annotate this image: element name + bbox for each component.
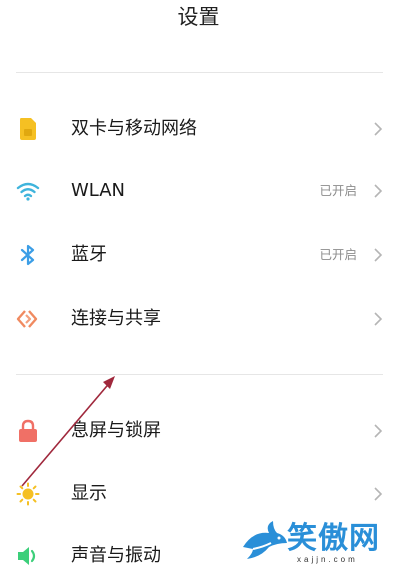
settings-item-connection-share[interactable]: 连接与共享 <box>0 294 397 344</box>
connection-share-icon <box>16 307 40 331</box>
status-text: 已开启 <box>319 183 357 198</box>
shark-logo-icon <box>243 521 287 559</box>
chevron-right-icon <box>371 181 385 201</box>
watermark-text: 笑傲网 <box>287 521 380 556</box>
settings-item-label: 双卡与移动网络 <box>71 118 197 139</box>
settings-item-dual-sim[interactable]: 双卡与移动网络 <box>0 104 397 154</box>
settings-item-label: 息屏与锁屏 <box>71 420 161 441</box>
bluetooth-icon <box>16 243 40 267</box>
sun-icon <box>16 482 40 506</box>
wifi-icon <box>16 179 40 203</box>
chevron-right-icon <box>371 421 385 441</box>
watermark-logo: 笑傲网 xajjn.com <box>239 511 389 571</box>
settings-item-bluetooth[interactable]: 蓝牙 已开启 <box>0 230 397 280</box>
chevron-right-icon <box>371 309 385 329</box>
settings-item-label: 蓝牙 <box>71 244 107 265</box>
settings-item-label: 声音与振动 <box>71 545 161 566</box>
divider-section <box>16 374 383 375</box>
chevron-right-icon <box>371 119 385 139</box>
settings-item-lock-screen[interactable]: 息屏与锁屏 <box>0 406 397 456</box>
settings-item-label: WLAN <box>71 180 126 201</box>
settings-item-label: 连接与共享 <box>71 308 161 329</box>
speaker-icon <box>16 544 40 568</box>
chevron-right-icon <box>371 245 385 265</box>
sim-card-icon <box>16 117 40 141</box>
lock-icon <box>16 419 40 443</box>
divider-top <box>16 72 383 73</box>
watermark-domain: xajjn.com <box>297 555 358 564</box>
settings-item-label: 显示 <box>71 483 107 504</box>
status-text: 已开启 <box>319 247 357 262</box>
page-title: 设置 <box>177 5 220 29</box>
chevron-right-icon <box>371 484 385 504</box>
settings-item-wlan[interactable]: WLAN 已开启 <box>0 166 397 216</box>
